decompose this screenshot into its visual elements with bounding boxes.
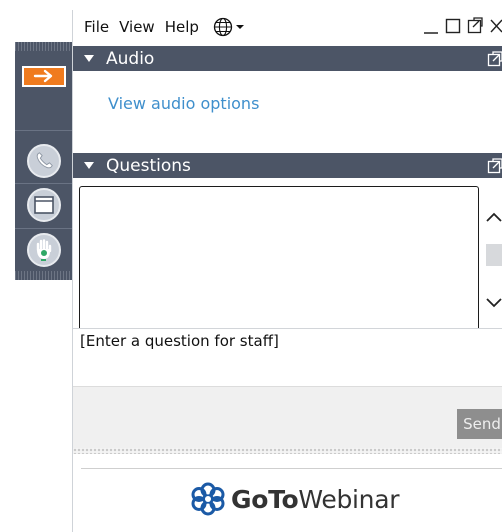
menu-file[interactable]: File: [84, 18, 109, 36]
sidebar-divider: [15, 130, 72, 131]
questions-section-header[interactable]: Questions: [73, 153, 502, 178]
questions-log[interactable]: [79, 186, 479, 336]
language-menu-button[interactable]: [213, 17, 245, 37]
menu-view[interactable]: View: [119, 18, 155, 36]
control-panel-sidebar: [15, 42, 72, 280]
questions-popout-button[interactable]: [487, 158, 502, 179]
audio-toggle-button[interactable]: [15, 139, 72, 183]
phone-icon: [26, 144, 61, 178]
close-icon: [490, 19, 502, 33]
chevron-down-icon: [235, 25, 244, 29]
audio-section-title: Audio: [106, 48, 155, 69]
sidebar-grip-top[interactable]: [15, 42, 72, 51]
arrow-right-icon: [21, 65, 66, 87]
audio-section-header[interactable]: Audio: [73, 46, 502, 71]
window-icon: [26, 188, 61, 222]
scroll-thumb[interactable]: [486, 244, 502, 266]
popout-icon: [467, 17, 483, 34]
globe-icon: [213, 17, 233, 37]
view-audio-options-link[interactable]: View audio options: [108, 94, 259, 113]
chevron-down-icon: [486, 298, 502, 308]
minimize-icon: [424, 32, 438, 34]
question-input[interactable]: [Enter a question for staff]: [73, 328, 502, 386]
audio-popout-button[interactable]: [487, 51, 502, 72]
footer-divider: [81, 468, 502, 469]
gotowebinar-flower-logo-icon: [191, 482, 225, 516]
resize-grip[interactable]: [73, 448, 502, 454]
gotowebinar-logo: GoToWebinar: [191, 482, 400, 516]
window-controls: [417, 16, 502, 40]
popout-icon: [487, 51, 502, 67]
collapse-panel-button[interactable]: [15, 54, 72, 98]
raise-hand-button[interactable]: [15, 228, 72, 272]
logo-webinar-text: Webinar: [298, 484, 400, 514]
logo-wordmark: GoToWebinar: [231, 484, 400, 514]
maximize-button[interactable]: [445, 16, 461, 40]
minimize-button[interactable]: [423, 16, 439, 40]
popout-button[interactable]: [467, 16, 483, 40]
questions-section-title: Questions: [106, 155, 191, 176]
maximize-icon: [445, 18, 461, 34]
popout-icon: [487, 158, 502, 174]
control-panel: File View Help Audio View audio options …: [72, 10, 502, 532]
menu-bar: File View Help: [73, 10, 502, 44]
menu-help[interactable]: Help: [165, 18, 199, 36]
send-button[interactable]: Send: [457, 409, 502, 439]
raise-hand-icon: [26, 233, 61, 267]
questions-scrollbar[interactable]: [483, 186, 502, 336]
send-area: Send: [73, 386, 502, 448]
scroll-up-button[interactable]: [486, 208, 502, 227]
logo-goto-text: GoTo: [231, 484, 299, 514]
sidebar-grip-bottom[interactable]: [15, 271, 72, 280]
chevron-up-icon: [486, 212, 502, 222]
collapse-triangle-icon: [84, 162, 94, 169]
screen-viewer-button[interactable]: [15, 183, 72, 227]
scroll-down-button[interactable]: [486, 294, 502, 313]
close-button[interactable]: [489, 16, 502, 40]
collapse-triangle-icon: [84, 55, 94, 62]
